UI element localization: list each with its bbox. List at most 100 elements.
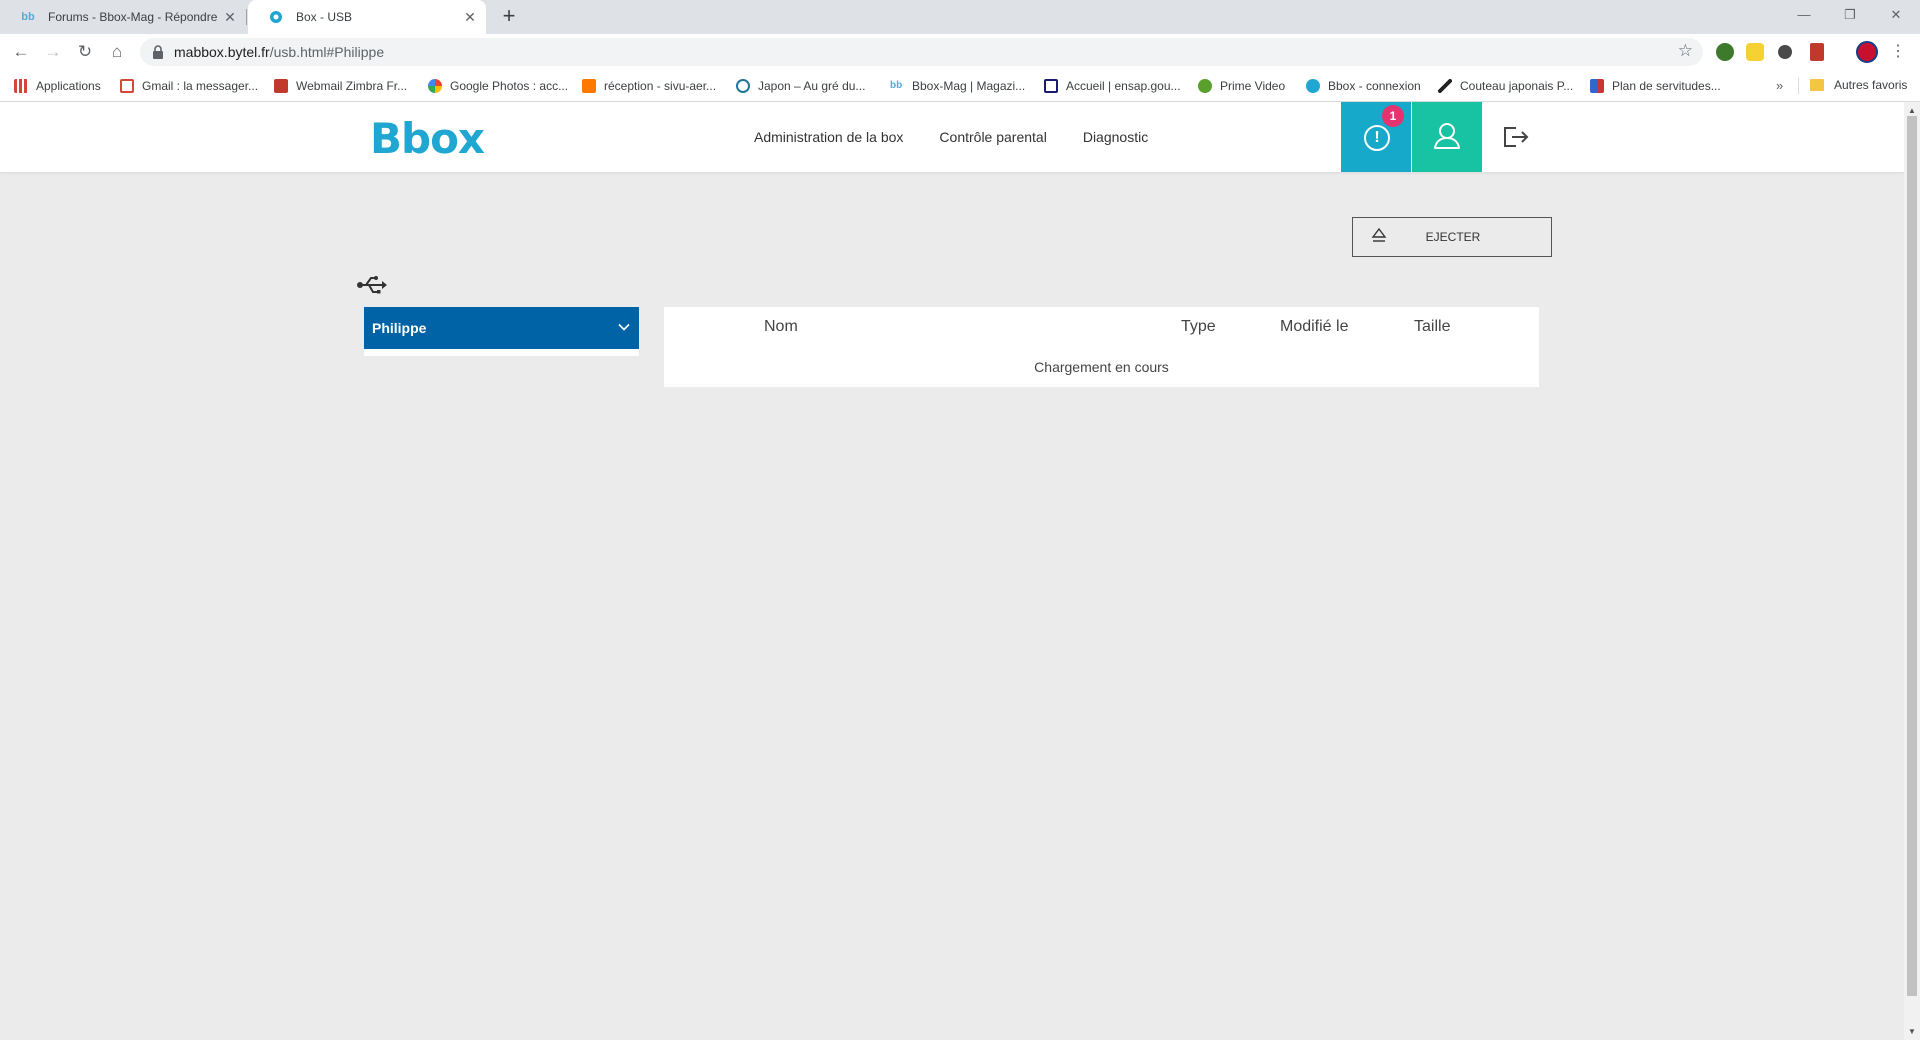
prime-video-icon bbox=[1198, 79, 1212, 93]
minimize-button[interactable]: — bbox=[1784, 4, 1824, 26]
bookmark-ensap[interactable]: Accueil | ensap.gou... bbox=[1044, 78, 1181, 94]
knife-icon bbox=[1438, 79, 1452, 93]
kebab-menu-icon[interactable]: ⋮ bbox=[1890, 41, 1906, 63]
window-close-button[interactable]: ✕ bbox=[1876, 4, 1916, 26]
bookmark-label: Webmail Zimbra Fr... bbox=[296, 79, 408, 93]
lock-icon bbox=[153, 45, 163, 59]
address-bar[interactable]: mabbox.bytel.fr/usb.html#Philippe ☆ bbox=[140, 38, 1703, 66]
wordpress-icon bbox=[736, 79, 750, 93]
bookmark-japon[interactable]: Japon – Au gré du... bbox=[736, 78, 865, 94]
alert-icon: ! bbox=[1364, 125, 1390, 151]
nav-administration[interactable]: Administration de la box bbox=[754, 129, 903, 145]
column-header-type[interactable]: Type bbox=[1181, 318, 1216, 336]
apps-grid-icon bbox=[14, 79, 28, 93]
bookmark-label: réception - sivu-aer... bbox=[604, 79, 717, 93]
extension-icon[interactable] bbox=[1746, 43, 1764, 61]
scroll-up-arrow-icon[interactable]: ▲ bbox=[1908, 106, 1916, 115]
url-text: mabbox.bytel.fr/usb.html#Philippe bbox=[174, 44, 384, 60]
bookmark-label: Prime Video bbox=[1220, 79, 1286, 93]
browser-tabstrip: bb Forums - Bbox-Mag - Répondre ✕ Box - … bbox=[0, 0, 1920, 34]
close-icon[interactable]: ✕ bbox=[462, 9, 478, 25]
alert-count-badge: 1 bbox=[1382, 105, 1404, 127]
bouygues-icon bbox=[268, 9, 284, 25]
bookmark-label: Japon – Au gré du... bbox=[758, 79, 866, 93]
zimbra-icon bbox=[274, 79, 288, 93]
bookmark-bbox-mag[interactable]: bb Bbox-Mag | Magazi... bbox=[890, 78, 1025, 94]
home-icon[interactable]: ⌂ bbox=[106, 41, 128, 63]
nav-parental-control[interactable]: Contrôle parental bbox=[939, 129, 1046, 145]
bookmark-google-photos[interactable]: Google Photos : acc... bbox=[428, 78, 568, 94]
extension-icon[interactable] bbox=[1810, 43, 1824, 61]
eject-label: EJECTER bbox=[1425, 230, 1481, 244]
logout-icon[interactable] bbox=[1500, 124, 1530, 150]
bbox-logo[interactable]: Bbox bbox=[370, 114, 485, 163]
bbox-mag-icon: bb bbox=[890, 79, 904, 93]
other-bookmarks-folder[interactable]: Autres favoris bbox=[1810, 78, 1907, 92]
bookmark-label: Bbox - connexion bbox=[1328, 79, 1421, 93]
column-header-size[interactable]: Taille bbox=[1414, 318, 1450, 336]
restore-button[interactable]: ❐ bbox=[1830, 4, 1870, 26]
browser-tab-forums[interactable]: bb Forums - Bbox-Mag - Répondre ✕ bbox=[0, 0, 246, 34]
ensap-icon bbox=[1044, 79, 1058, 93]
bookmarks-bar: Applications Gmail : la messager... Webm… bbox=[0, 70, 1920, 102]
bookmarks-divider bbox=[1798, 78, 1799, 94]
main-nav: Administration de la box Contrôle parent… bbox=[754, 102, 1184, 172]
bookmark-star-icon[interactable]: ☆ bbox=[1678, 41, 1693, 61]
eject-button[interactable]: EJECTER bbox=[1352, 217, 1552, 257]
nav-diagnostic[interactable]: Diagnostic bbox=[1083, 129, 1148, 145]
bookmark-label: Couteau japonais P... bbox=[1460, 79, 1574, 93]
bookmark-label: Accueil | ensap.gou... bbox=[1066, 79, 1181, 93]
new-tab-button[interactable]: + bbox=[498, 5, 520, 28]
device-select-shadow bbox=[364, 349, 639, 356]
forward-arrow-icon[interactable]: → bbox=[42, 41, 64, 63]
user-icon bbox=[1434, 123, 1460, 149]
bookmark-label: Bbox-Mag | Magazi... bbox=[912, 79, 1026, 93]
page-scrollbar[interactable]: ▲ ▼ bbox=[1904, 102, 1920, 1040]
bouygues-icon bbox=[1306, 79, 1320, 93]
folder-icon bbox=[1810, 79, 1824, 91]
browser-tab-usb[interactable]: Box - USB ✕ bbox=[248, 0, 486, 34]
extension-icon[interactable] bbox=[1716, 43, 1734, 61]
column-header-name[interactable]: Nom bbox=[764, 318, 798, 336]
tab-divider bbox=[246, 9, 247, 25]
gmail-icon bbox=[120, 79, 134, 93]
scrollbar-thumb[interactable] bbox=[1907, 116, 1917, 996]
bookmark-reception[interactable]: réception - sivu-aer... bbox=[582, 78, 716, 94]
usb-device-select[interactable]: Philippe bbox=[364, 307, 639, 349]
bookmark-label: Applications bbox=[36, 79, 101, 93]
scroll-down-arrow-icon[interactable]: ▼ bbox=[1908, 1027, 1916, 1036]
selected-device-label: Philippe bbox=[372, 320, 427, 336]
chevron-down-icon bbox=[618, 323, 630, 331]
file-list-panel: Nom Type Modifié le Taille Chargement en… bbox=[664, 307, 1539, 387]
usb-icon bbox=[357, 276, 387, 294]
bookmark-applications[interactable]: Applications bbox=[14, 78, 101, 94]
bookmark-zimbra[interactable]: Webmail Zimbra Fr... bbox=[274, 78, 407, 94]
bookmark-bbox-connexion[interactable]: Bbox - connexion bbox=[1306, 78, 1421, 94]
bookmark-plan[interactable]: Plan de servitudes... bbox=[1590, 78, 1721, 94]
bookmark-label: Gmail : la messager... bbox=[142, 79, 259, 93]
column-header-modified[interactable]: Modifié le bbox=[1280, 318, 1348, 336]
url-path: /usb.html#Philippe bbox=[269, 44, 385, 60]
orange-mail-icon bbox=[582, 79, 596, 93]
url-host: mabbox.bytel.fr bbox=[174, 44, 270, 60]
bookmark-couteau[interactable]: Couteau japonais P... bbox=[1438, 78, 1573, 94]
tab-title: Box - USB bbox=[296, 10, 353, 24]
plan-icon bbox=[1590, 79, 1604, 93]
bbox-mag-icon: bb bbox=[21, 11, 35, 23]
tab-title: Forums - Bbox-Mag - Répondre bbox=[48, 10, 218, 24]
bookmarks-overflow-button[interactable]: » bbox=[1776, 78, 1783, 93]
browser-toolbar: ← → ↻ ⌂ mabbox.bytel.fr/usb.html#Philipp… bbox=[0, 34, 1920, 70]
user-account-button[interactable] bbox=[1412, 102, 1482, 172]
bookmark-gmail[interactable]: Gmail : la messager... bbox=[120, 78, 258, 94]
google-photos-icon bbox=[428, 79, 442, 93]
profile-avatar[interactable] bbox=[1856, 41, 1878, 63]
bookmark-label: Google Photos : acc... bbox=[450, 79, 569, 93]
bookmark-prime-video[interactable]: Prime Video bbox=[1198, 78, 1285, 94]
alerts-button[interactable]: ! 1 bbox=[1341, 102, 1411, 172]
close-icon[interactable]: ✕ bbox=[222, 9, 238, 25]
back-arrow-icon[interactable]: ← bbox=[10, 41, 32, 63]
extension-icon[interactable] bbox=[1778, 45, 1792, 59]
reload-icon[interactable]: ↻ bbox=[74, 41, 96, 63]
other-bookmarks-label: Autres favoris bbox=[1834, 78, 1908, 92]
bookmark-label: Plan de servitudes... bbox=[1612, 79, 1721, 93]
